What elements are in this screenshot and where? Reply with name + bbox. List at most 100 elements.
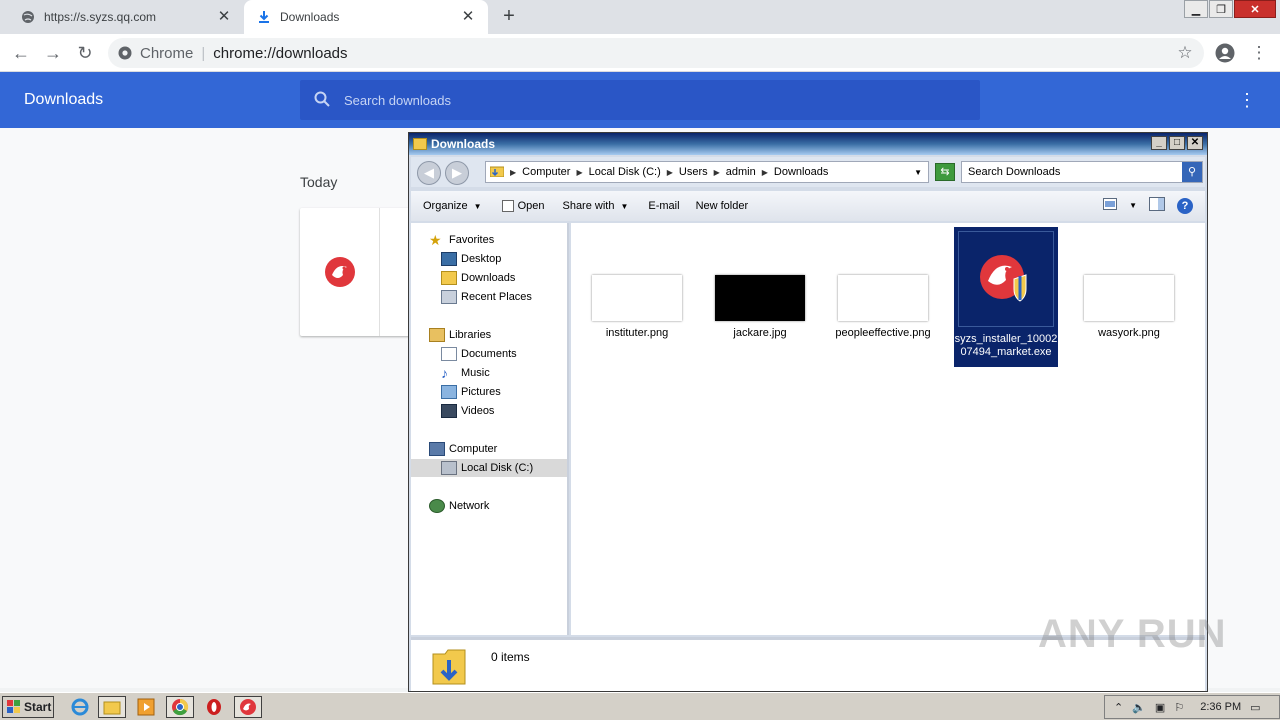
nav-label: Computer [449,443,498,455]
nav-local-disk[interactable]: Local Disk (C:) [411,459,567,477]
email-button[interactable]: E-mail [648,200,679,212]
new-folder-label: New folder [695,200,749,212]
nav-favorites[interactable]: ★ Favorites [429,231,494,249]
breadcrumb-local-disk[interactable]: Local Disk (C:) [589,166,661,178]
share-with-button[interactable]: Share with ▼ [562,200,628,212]
network-tray-icon[interactable]: ▣ [1155,701,1165,714]
address-bar[interactable]: Chrome | chrome://downloads [108,38,1204,68]
file-item[interactable]: instituter.png [585,275,689,340]
chevron-icon[interactable]: ▶ [667,168,673,177]
clock[interactable]: 2:36 PM [1200,701,1241,713]
breadcrumb-downloads[interactable]: Downloads [774,166,828,178]
nav-music[interactable]: ♪ Music [441,364,490,382]
forward-button[interactable]: ▶ [445,161,469,185]
breadcrumb-users[interactable]: Users [679,166,708,178]
nav-computer[interactable]: Computer [429,440,497,458]
file-item-selected[interactable]: syzs_installer_1000207494_market.exe [954,227,1058,367]
file-name: instituter.png [605,327,669,339]
change-view-icon[interactable] [1103,198,1118,213]
file-name: jackare.jpg [733,327,787,339]
show-hidden-icons[interactable]: ⌃ [1114,701,1123,714]
volume-icon[interactable]: 🔈 [1132,701,1146,714]
maximize-button[interactable]: □ [1169,136,1185,150]
globe-icon [20,9,36,25]
show-desktop-icon[interactable]: ▭ [1250,701,1260,714]
chevron-icon[interactable]: ▶ [510,168,516,177]
action-center-flag-icon[interactable]: ⚐ [1174,701,1184,714]
nav-label: Pictures [461,386,501,398]
nav-desktop[interactable]: Desktop [441,250,501,268]
close-window-button[interactable]: ✕ [1234,0,1276,18]
minimize-button[interactable]: ▁ [1184,0,1208,18]
open-label: Open [517,200,545,212]
help-icon[interactable]: ? [1177,197,1193,214]
tab-downloads[interactable]: Downloads ✕ [244,0,488,34]
nav-network[interactable]: Network [429,497,489,515]
start-label: Start [24,700,52,714]
back-button[interactable]: ← [10,42,32,64]
ie-icon[interactable] [66,696,94,718]
organize-label: Organize [423,200,468,212]
item-count: 0 items [491,650,530,664]
view-tools: ▼ ? [1091,197,1193,214]
nav-libraries[interactable]: Libraries [429,326,491,344]
close-button[interactable]: ✕ [1187,136,1203,150]
explorer-search[interactable]: Search Downloads ⚲ [961,161,1203,183]
new-tab-button[interactable]: + [498,6,520,28]
account-icon[interactable] [1214,42,1236,64]
close-icon[interactable]: ✕ [460,9,476,25]
image-thumbnail [715,275,805,321]
chevron-icon[interactable]: ▶ [576,168,582,177]
file-item[interactable]: wasyork.png [1077,275,1181,340]
new-folder-button[interactable]: New folder [696,200,749,212]
scheme-label: Chrome [140,44,194,62]
file-item[interactable]: peopleeffective.png [831,275,935,340]
chevron-icon[interactable]: ▶ [762,168,768,177]
breadcrumb-admin[interactable]: admin [726,166,756,178]
reload-button[interactable]: ↻ [74,42,96,64]
back-button[interactable]: ◀ [417,161,441,185]
media-player-icon[interactable] [132,696,160,718]
nav-videos[interactable]: Videos [441,402,494,420]
chevron-down-icon[interactable]: ▼ [1129,201,1137,210]
downloads-search[interactable] [300,80,980,120]
nav-label: Desktop [461,253,502,265]
image-thumbnail [592,275,682,321]
window-title: Downloads [431,137,496,151]
close-icon[interactable]: ✕ [216,9,232,25]
menu-icon[interactable]: ⋮ [1248,42,1270,64]
tab-syzs[interactable]: https://s.syzs.qq.com ✕ [8,0,244,34]
start-button[interactable]: Start [2,696,54,718]
star-icon[interactable]: ☆ [1174,42,1196,64]
search-icon[interactable]: ⚲ [1182,162,1202,182]
organize-button[interactable]: Organize ▼ [423,200,482,212]
refresh-button[interactable]: ⇆ [935,163,955,181]
preview-pane-icon[interactable] [1149,197,1165,214]
url-text: chrome://downloads [213,44,348,62]
explorer-taskbar-icon[interactable] [98,696,126,718]
nav-downloads[interactable]: Downloads [441,269,515,287]
restore-button[interactable]: ❐ [1209,0,1233,18]
explorer-titlebar[interactable]: Downloads _ □ ✕ [409,133,1207,155]
syzs-app-taskbar-icon[interactable] [234,696,262,718]
chrome-taskbar-icon[interactable] [166,696,194,718]
more-menu-icon[interactable]: ⋮ [1238,90,1256,110]
chevron-down-icon[interactable]: ▼ [914,168,922,177]
file-item[interactable]: jackare.jpg [708,275,812,340]
nav-pictures[interactable]: Pictures [441,383,501,401]
breadcrumb[interactable]: ▶ Computer ▶ Local Disk (C:) ▶ Users ▶ a… [485,161,929,183]
forward-button[interactable]: → [42,42,64,64]
nav-documents[interactable]: Documents [441,345,517,363]
chevron-icon[interactable]: ▶ [714,168,720,177]
downloads-folder-icon [441,271,457,285]
file-name: peopleeffective.png [835,327,931,339]
open-button[interactable]: Open [501,200,545,212]
minimize-button[interactable]: _ [1151,136,1167,150]
breadcrumb-computer[interactable]: Computer [522,166,570,178]
nav-recent-places[interactable]: Recent Places [441,288,532,306]
system-tray: ⌃ 🔈 ▣ ⚐ 2:36 PM ▭ [1104,695,1280,719]
opera-icon[interactable] [200,696,228,718]
search-input[interactable] [344,92,944,108]
nav-label: Recent Places [461,291,532,303]
pictures-icon [441,385,457,399]
